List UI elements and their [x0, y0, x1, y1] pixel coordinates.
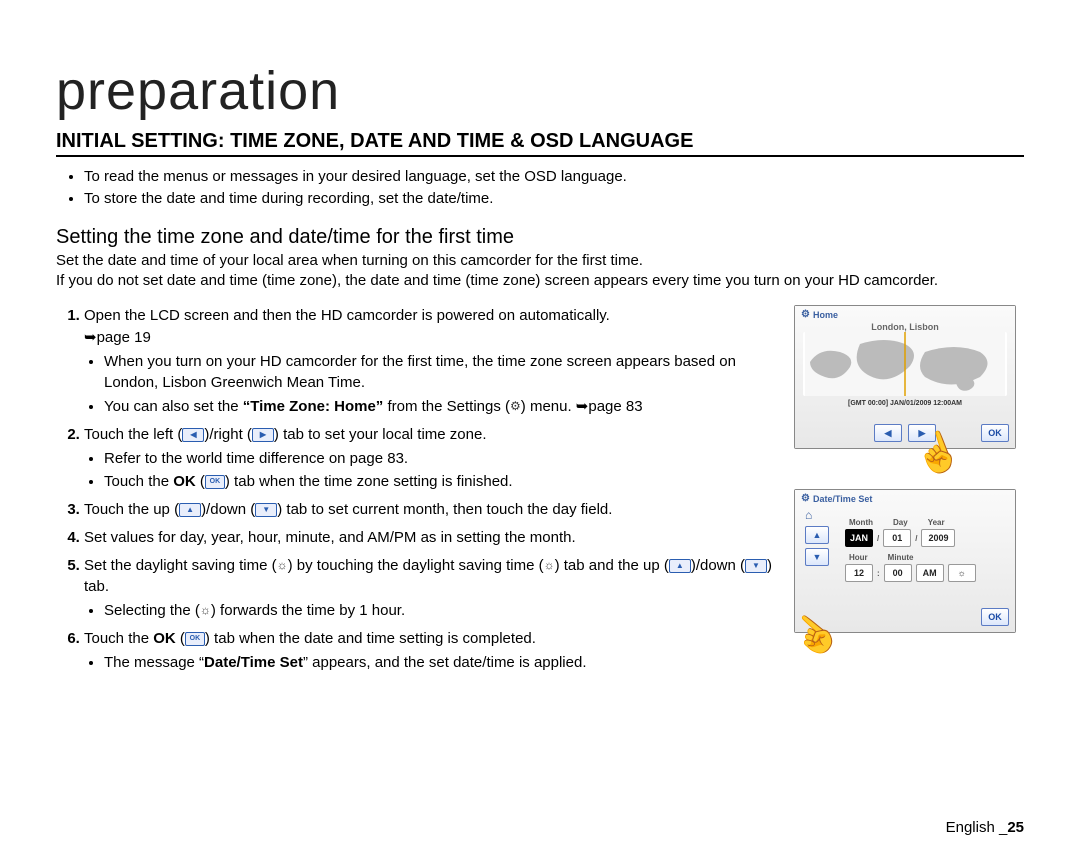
gmt-label: [GMT 00:00] JAN/01/2009 12:00AM [795, 400, 1015, 407]
ampm-field[interactable]: AM [916, 564, 944, 582]
left-icon: ◀ [182, 428, 204, 442]
step-sub: Selecting the (☼) forwards the time by 1… [104, 600, 774, 622]
page-ref: ➥page 19 [84, 329, 151, 346]
label-day: Day [893, 518, 908, 527]
figure-header: ⚙ Home [795, 306, 1015, 323]
intro-bullets: To read the menus or messages in your de… [56, 167, 1024, 210]
ok-button[interactable]: OK [981, 608, 1009, 626]
gear-icon: ⚙ [801, 493, 810, 504]
steps-list: Open the LCD screen and then the HD camc… [56, 305, 774, 673]
right-icon: ▶ [252, 428, 274, 442]
label-year: Year [928, 518, 945, 527]
down-icon: ▼ [255, 503, 277, 517]
step-6: Touch the OK (OK) tab when the date and … [84, 628, 774, 674]
step-sub: You can also set the “Time Zone: Home” f… [104, 396, 774, 418]
page-title: preparation [56, 60, 1024, 122]
figure-title: Home [813, 310, 838, 320]
right-button[interactable]: ▶ [908, 424, 936, 442]
step-sub: When you turn on your HD camcorder for t… [104, 351, 774, 395]
label-month: Month [849, 518, 873, 527]
gear-icon: ⚙ [510, 398, 521, 415]
step-4: Set values for day, year, hour, minute, … [84, 527, 774, 549]
city-label: London, Lisbon [795, 322, 1015, 332]
down-button[interactable]: ▼ [805, 548, 829, 566]
dst-icon: ☼ [544, 557, 555, 574]
page-footer: English _25 [946, 819, 1024, 836]
month-field[interactable]: JAN [845, 529, 873, 547]
step-sub: Touch the OK (OK) tab when the time zone… [104, 471, 774, 493]
step-2: Touch the left (◀)/right (▶) tab to set … [84, 424, 774, 493]
manual-page: preparation INITIAL SETTING: TIME ZONE, … [0, 0, 1080, 866]
step-text: Open the LCD screen and then the HD camc… [84, 307, 610, 324]
minute-field[interactable]: 00 [884, 564, 912, 582]
footer-lang: English _ [946, 819, 1008, 836]
dst-field[interactable]: ☼ [948, 564, 976, 582]
ok-icon: OK [205, 475, 225, 489]
gear-icon: ⚙ [801, 309, 810, 320]
down-icon: ▼ [745, 559, 767, 573]
step-1: Open the LCD screen and then the HD camc… [84, 305, 774, 418]
dst-icon: ☼ [277, 557, 288, 574]
up-icon: ▲ [669, 559, 691, 573]
sub-heading: Setting the time zone and date/time for … [56, 226, 1024, 249]
step-sub: Refer to the world time difference on pa… [104, 448, 774, 470]
hour-field[interactable]: 12 [845, 564, 873, 582]
figure-timezone: ⚙ Home London, Lisbon [794, 305, 1016, 449]
intro-bullet: To store the date and time during record… [84, 189, 1024, 209]
figures-column: ⚙ Home London, Lisbon [794, 305, 1024, 673]
intro-bullet: To read the menus or messages in your de… [84, 167, 1024, 187]
dst-icon: ☼ [200, 602, 211, 619]
day-field[interactable]: 01 [883, 529, 911, 547]
ok-icon: OK [185, 632, 205, 646]
label-minute: Minute [888, 553, 914, 562]
label-hour: Hour [849, 553, 868, 562]
step-5: Set the daylight saving time (☼) by touc… [84, 555, 774, 622]
figure-title: Date/Time Set [813, 494, 872, 504]
figure-datetime: ⚙ Date/Time Set ⌂ ▲ ▼ Month Day Year [794, 489, 1016, 633]
home-icon: ⌂ [805, 508, 812, 522]
up-icon: ▲ [179, 503, 201, 517]
left-button[interactable]: ◀ [874, 424, 902, 442]
section-heading: INITIAL SETTING: TIME ZONE, DATE AND TIM… [56, 130, 1024, 157]
year-field[interactable]: 2009 [921, 529, 955, 547]
page-number: 25 [1007, 819, 1024, 836]
sub-desc: Set the date and time of your local area… [56, 251, 1024, 292]
step-3: Touch the up (▲)/down (▼) tab to set cur… [84, 499, 774, 521]
step-sub: The message “Date/Time Set” appears, and… [104, 652, 774, 674]
ok-button[interactable]: OK [981, 424, 1009, 442]
up-button[interactable]: ▲ [805, 526, 829, 544]
figure-header: ⚙ Date/Time Set [795, 490, 1015, 507]
world-map [803, 332, 1007, 396]
